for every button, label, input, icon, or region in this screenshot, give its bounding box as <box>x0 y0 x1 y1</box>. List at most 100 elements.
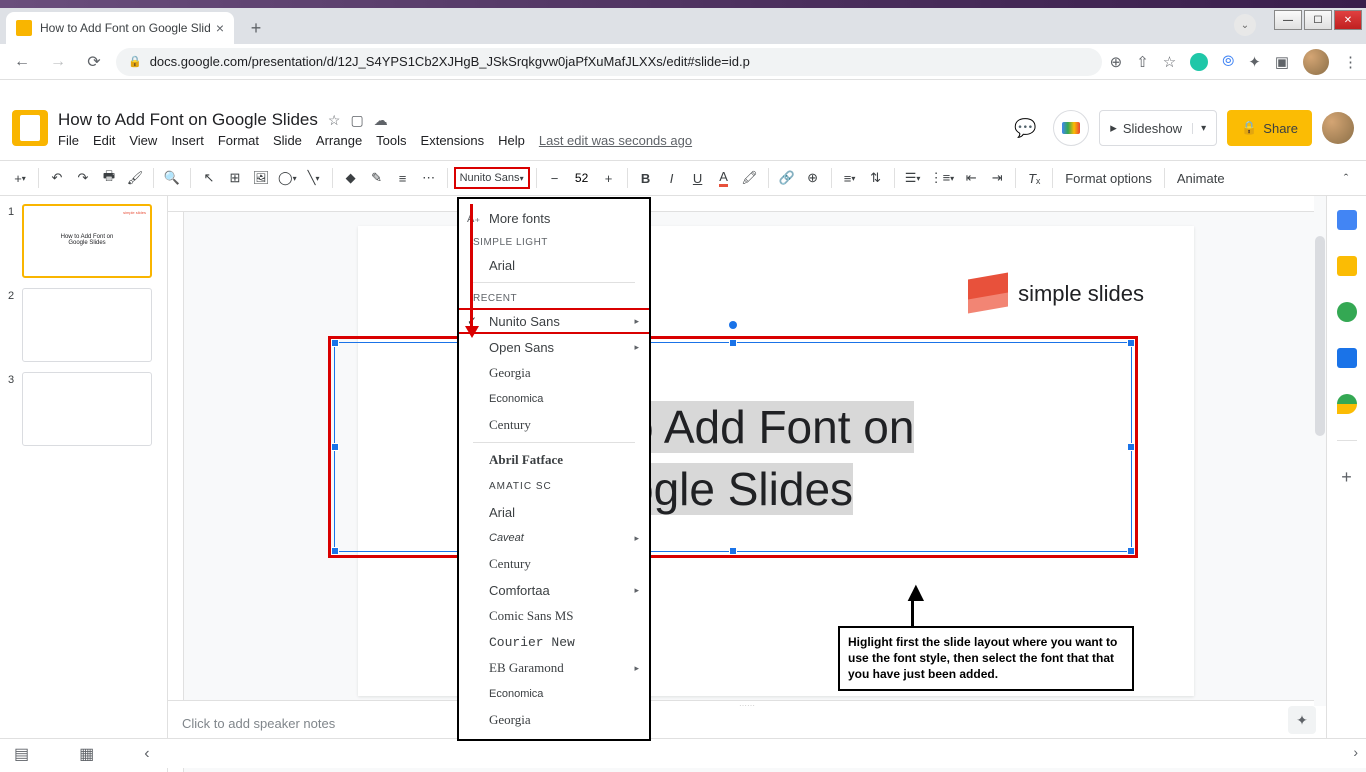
resize-handle-bl[interactable] <box>331 547 339 555</box>
menu-insert[interactable]: Insert <box>171 133 204 148</box>
clear-formatting-button[interactable]: Tₓ <box>1022 166 1046 190</box>
resize-handle-ml[interactable] <box>331 443 339 451</box>
menu-extensions[interactable]: Extensions <box>421 133 485 148</box>
resize-handle-br[interactable] <box>1127 547 1135 555</box>
forward-button[interactable]: → <box>44 48 72 76</box>
border-dash-button[interactable]: ⋯ <box>417 166 441 190</box>
font-item-amatic-sc[interactable]: AMATIC SC <box>459 473 649 499</box>
share-button[interactable]: 🔒 Share <box>1227 110 1312 146</box>
font-item-comfortaa[interactable]: Comfortaa▸ <box>459 577 649 603</box>
border-weight-button[interactable]: ≡ <box>391 166 415 190</box>
format-options-button[interactable]: Format options <box>1059 171 1158 186</box>
numbered-list-button[interactable]: ☰▾ <box>901 166 925 190</box>
image-tool[interactable]: 🖼 <box>249 166 273 190</box>
thumbnail-2[interactable]: 2 <box>8 288 159 362</box>
new-tab-button[interactable]: + <box>242 14 270 42</box>
decrease-fontsize[interactable]: − <box>543 166 567 190</box>
tasks-icon[interactable] <box>1337 302 1357 322</box>
font-item-economica[interactable]: Economica <box>459 681 649 707</box>
textbox-tool[interactable]: ⊞ <box>223 166 247 190</box>
decrease-indent-button[interactable]: ⇤ <box>959 166 983 190</box>
account-avatar[interactable] <box>1322 112 1354 144</box>
zoom-icon[interactable]: ⊕ <box>1110 53 1123 71</box>
menu-view[interactable]: View <box>129 133 157 148</box>
font-item-century[interactable]: Century <box>459 551 649 577</box>
menu-slide[interactable]: Slide <box>273 133 302 148</box>
font-item-nunito-sans[interactable]: ✓ Nunito Sans ▸ <box>459 308 649 334</box>
menu-tools[interactable]: Tools <box>376 133 406 148</box>
print-button[interactable]: 🖶 <box>97 166 121 190</box>
speaker-notes[interactable]: Click to add speaker notes <box>168 708 1326 738</box>
new-slide-button[interactable]: +▾ <box>8 166 32 190</box>
meet-button[interactable] <box>1053 110 1089 146</box>
bold-button[interactable]: B <box>634 166 658 190</box>
star-icon[interactable]: ☆ <box>328 112 341 129</box>
resize-handle-tr[interactable] <box>1127 339 1135 347</box>
comment-button[interactable]: ⊕ <box>801 166 825 190</box>
vertical-scrollbar[interactable] <box>1314 196 1326 706</box>
side-panel-toggle[interactable]: › <box>1353 744 1358 760</box>
minimize-button[interactable]: — <box>1274 10 1302 30</box>
close-window-button[interactable]: ✕ <box>1334 10 1362 30</box>
resize-handle-tl[interactable] <box>331 339 339 347</box>
cast-icon[interactable]: ⦾ <box>1222 53 1234 70</box>
border-color-button[interactable]: ✎ <box>365 166 389 190</box>
font-item-abril-fatface[interactable]: Abril Fatface <box>459 447 649 473</box>
reload-button[interactable]: ⟳ <box>80 48 108 76</box>
paint-format-button[interactable]: 🖌 <box>123 166 147 190</box>
menu-arrange[interactable]: Arrange <box>316 133 362 148</box>
animate-button[interactable]: Animate <box>1171 171 1231 186</box>
menu-file[interactable]: File <box>58 133 79 148</box>
italic-button[interactable]: I <box>660 166 684 190</box>
line-spacing-button[interactable]: ⇅ <box>864 166 888 190</box>
document-title[interactable]: How to Add Font on Google Slides <box>58 110 318 130</box>
font-item-georgia-recent[interactable]: Georgia <box>459 360 649 386</box>
back-button[interactable]: ← <box>8 48 36 76</box>
bullet-list-button[interactable]: ⋮≡▾ <box>927 166 958 190</box>
scrollbar-thumb[interactable] <box>1315 236 1325 436</box>
last-edit-link[interactable]: Last edit was seconds ago <box>539 133 692 148</box>
font-item-century-recent[interactable]: Century <box>459 412 649 438</box>
font-item-caveat[interactable]: Caveat▸ <box>459 525 649 551</box>
filmstrip-view-icon[interactable]: ▤ <box>14 744 29 764</box>
underline-button[interactable]: U <box>686 166 710 190</box>
comments-button[interactable]: 💬 <box>1007 110 1043 146</box>
resize-handle-bm[interactable] <box>729 547 737 555</box>
extensions-icon[interactable]: ✦ <box>1248 53 1261 71</box>
thumbnail-3[interactable]: 3 <box>8 372 159 446</box>
grid-view-icon[interactable]: ▦ <box>79 744 94 764</box>
chrome-profile-avatar[interactable] <box>1303 49 1329 75</box>
font-item-open-sans[interactable]: Open Sans ▸ <box>459 334 649 360</box>
slideshow-caret[interactable]: ▾ <box>1192 123 1206 134</box>
close-tab-icon[interactable]: × <box>216 20 224 36</box>
fill-color-button[interactable]: ◆ <box>339 166 363 190</box>
align-button[interactable]: ≡▾ <box>838 166 862 190</box>
increase-indent-button[interactable]: ⇥ <box>985 166 1009 190</box>
share-url-icon[interactable]: ⇧ <box>1136 53 1149 71</box>
menu-help[interactable]: Help <box>498 133 525 148</box>
move-icon[interactable]: ▢ <box>350 112 363 129</box>
tab-search-button[interactable]: ⌄ <box>1234 14 1256 36</box>
increase-fontsize[interactable]: + <box>597 166 621 190</box>
link-button[interactable]: 🔗 <box>775 166 799 190</box>
maximize-button[interactable]: ☐ <box>1304 10 1332 30</box>
highlight-button[interactable]: 🖍 <box>738 166 762 190</box>
url-field[interactable]: 🔒 docs.google.com/presentation/d/12J_S4Y… <box>116 48 1102 76</box>
select-tool[interactable]: ↖ <box>197 166 221 190</box>
font-item-comic-sans-ms[interactable]: Comic Sans MS <box>459 603 649 629</box>
collapse-toolbar-button[interactable]: ˆ <box>1334 166 1358 190</box>
text-color-button[interactable]: A <box>712 166 736 190</box>
shape-tool[interactable]: ◯▾ <box>275 166 300 190</box>
add-addon-icon[interactable]: + <box>1341 467 1352 488</box>
collapse-panel-icon[interactable]: ‹ <box>144 745 149 763</box>
explore-button[interactable]: ✦ <box>1288 706 1316 734</box>
line-tool[interactable]: ╲▾ <box>302 166 326 190</box>
undo-button[interactable]: ↶ <box>45 166 69 190</box>
slideshow-button[interactable]: ▸ Slideshow ▾ <box>1099 110 1217 146</box>
menu-edit[interactable]: Edit <box>93 133 115 148</box>
font-item-courier-new[interactable]: Courier New <box>459 629 649 655</box>
font-size-input[interactable] <box>569 168 595 188</box>
reading-list-icon[interactable]: ▣ <box>1275 53 1289 71</box>
font-item-georgia[interactable]: Georgia <box>459 707 649 733</box>
zoom-button[interactable]: 🔍 <box>160 166 184 190</box>
